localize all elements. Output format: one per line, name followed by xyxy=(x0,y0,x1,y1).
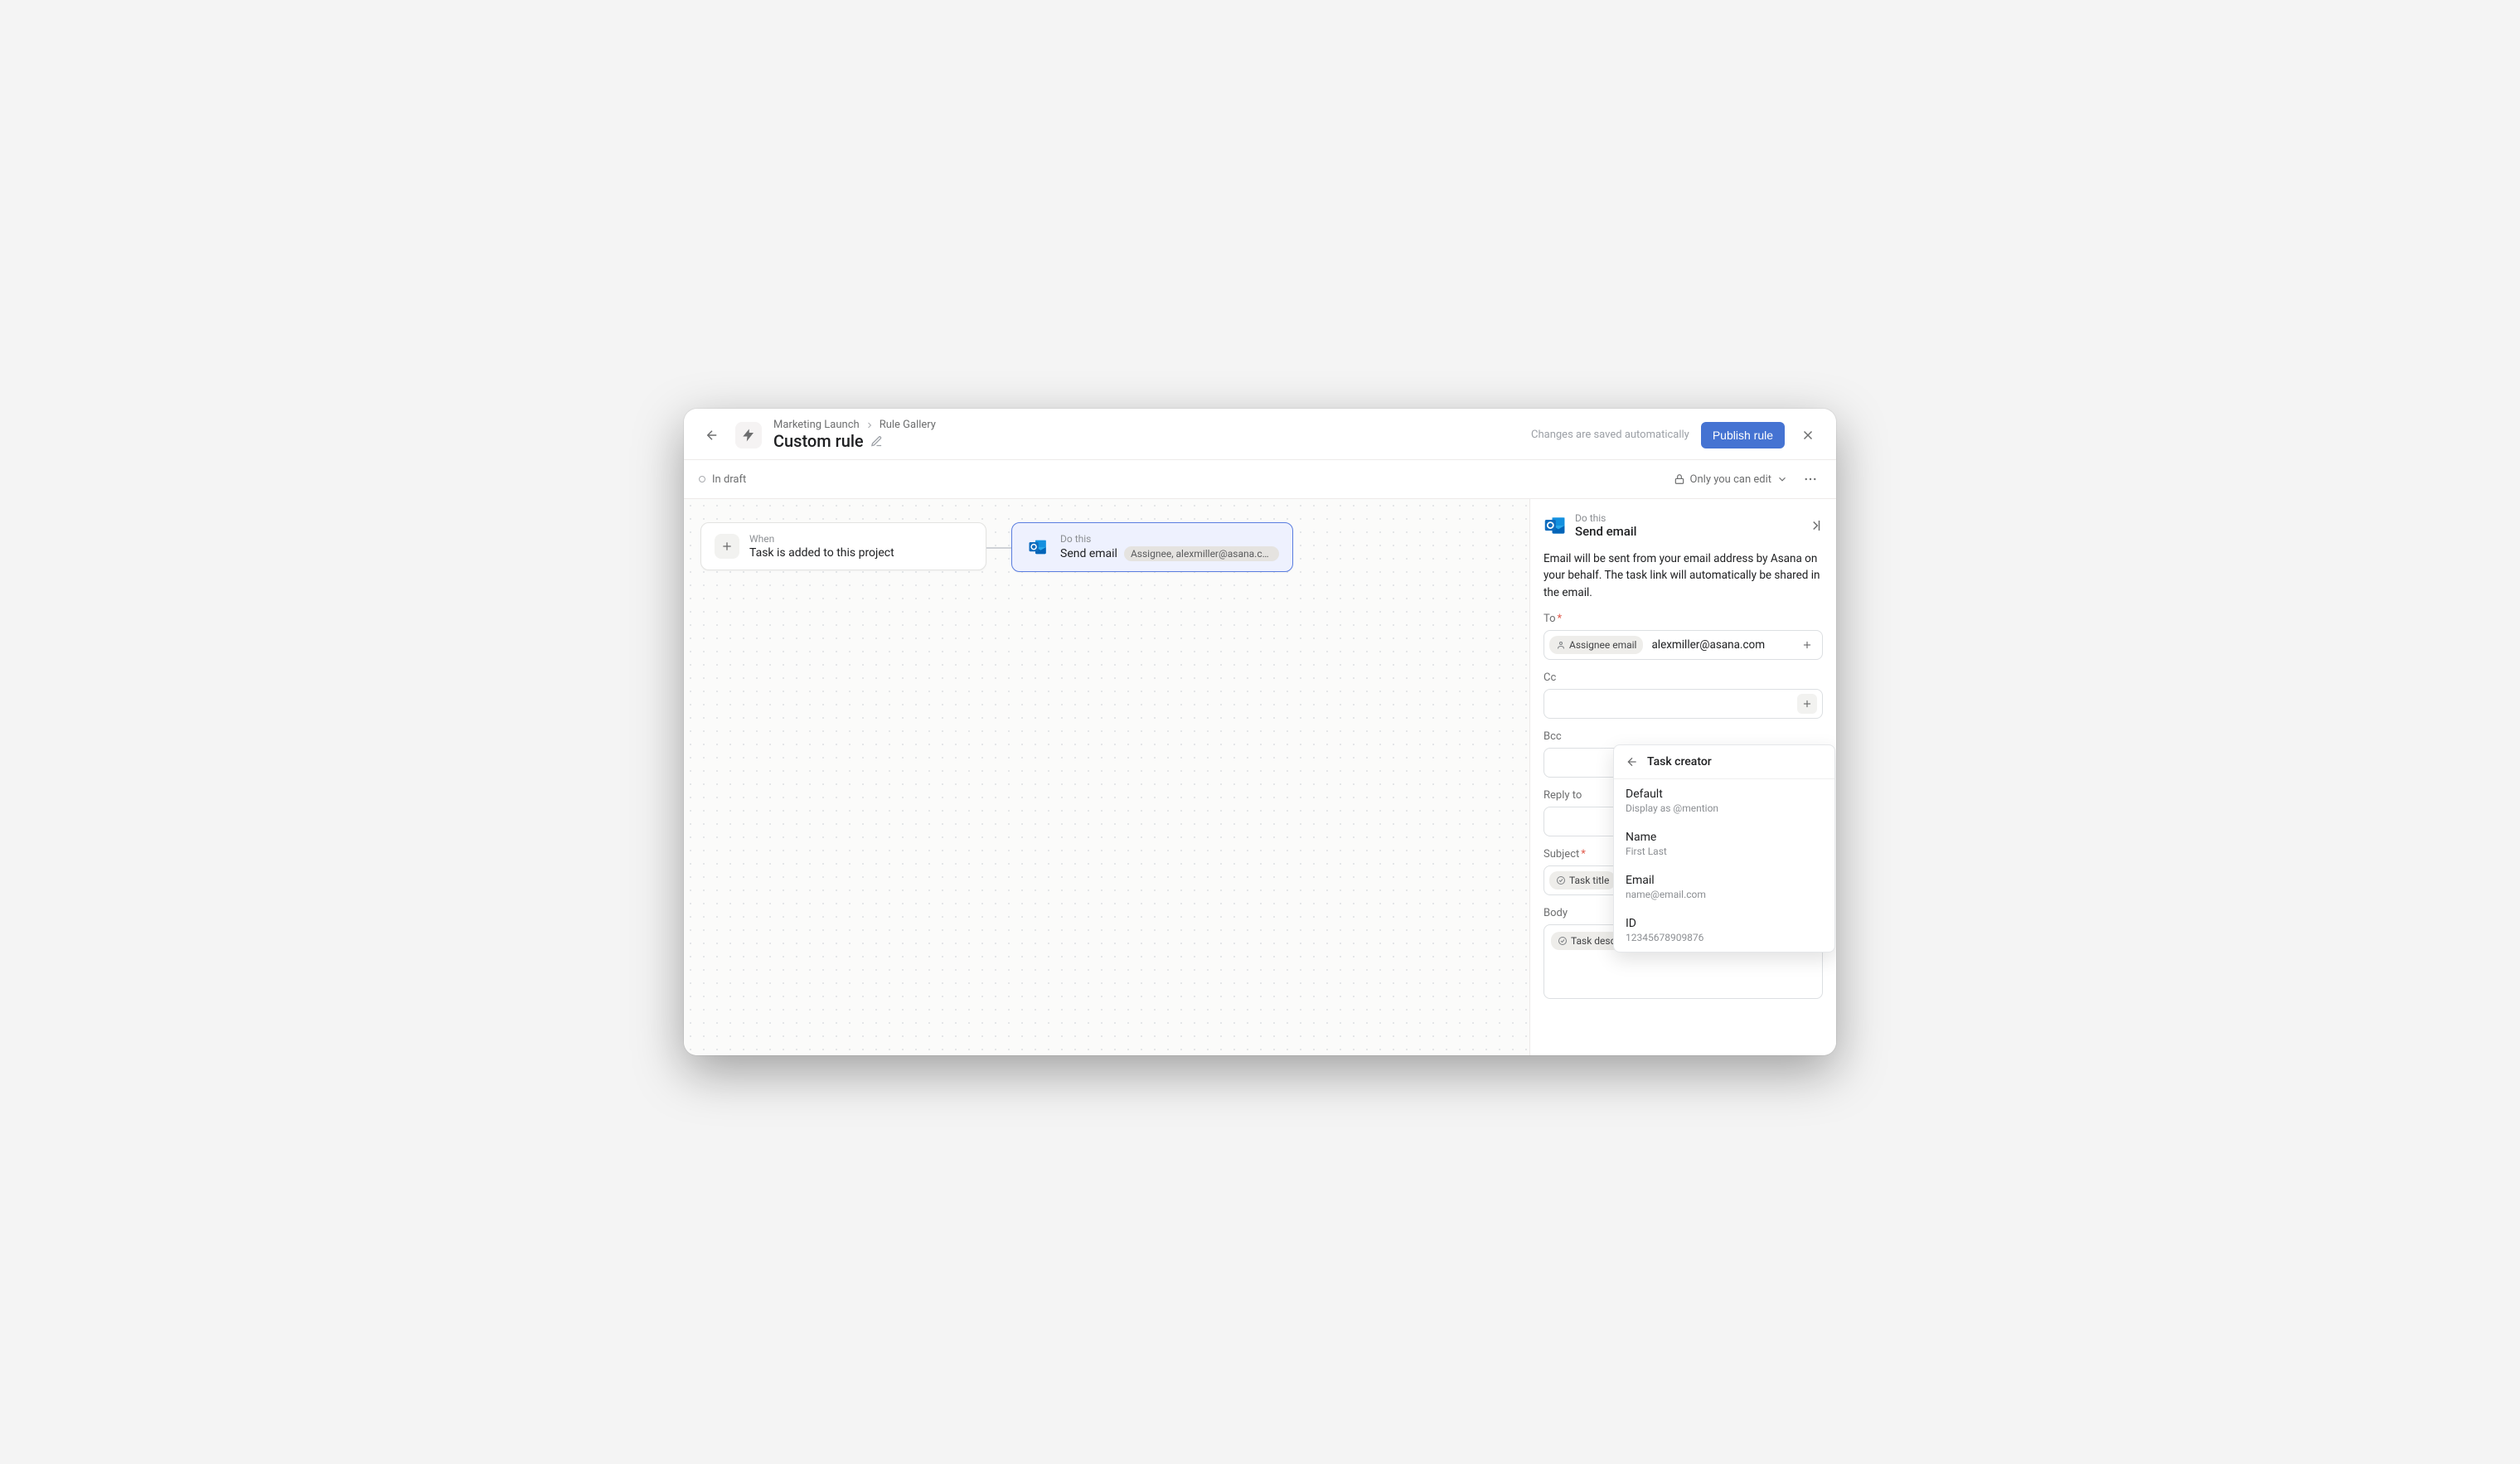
token-assignee-email[interactable]: Assignee email xyxy=(1549,636,1643,654)
action-label: Do this xyxy=(1060,533,1279,545)
status-text: In draft xyxy=(712,473,746,486)
node-connector xyxy=(986,547,1011,549)
dropdown-title: Task creator xyxy=(1647,755,1712,768)
dropdown-item-name[interactable]: Name First Last xyxy=(1614,822,1834,865)
panel-title: Send email xyxy=(1575,524,1636,539)
trigger-title: Task is added to this project xyxy=(749,546,894,560)
access-dropdown[interactable]: Only you can edit xyxy=(1674,473,1788,486)
status-indicator: In draft xyxy=(699,473,746,486)
variable-picker-dropdown: Task creator Default Display as @mention… xyxy=(1613,744,1835,953)
field-cc: Cc xyxy=(1544,671,1823,719)
add-trigger-icon xyxy=(715,534,739,559)
plus-icon xyxy=(720,540,734,553)
panel-header: Do this Send email xyxy=(1544,512,1823,539)
outlook-icon xyxy=(1028,537,1048,557)
field-cc-input[interactable] xyxy=(1544,689,1823,719)
rule-lightning-icon xyxy=(735,422,762,448)
access-label: Only you can edit xyxy=(1690,473,1771,486)
dropdown-item-email[interactable]: Email name@email.com xyxy=(1614,865,1834,909)
breadcrumb-item[interactable]: Rule Gallery xyxy=(880,419,936,431)
add-cc-recipient-button[interactable] xyxy=(1797,694,1817,714)
page-title[interactable]: Custom rule xyxy=(773,431,864,451)
dropdown-item-default[interactable]: Default Display as @mention xyxy=(1614,779,1834,822)
header-right: Changes are saved automatically Publish … xyxy=(1531,422,1820,448)
token-task-title[interactable]: Task title xyxy=(1549,871,1616,890)
collapse-panel-button[interactable] xyxy=(1808,518,1823,533)
action-node[interactable]: Do this Send email Assignee, alexmiller@… xyxy=(1011,522,1293,572)
lightning-icon xyxy=(741,428,756,443)
field-bcc-label: Bcc xyxy=(1544,730,1823,743)
action-config-panel: Do this Send email Email will be sent fr… xyxy=(1529,499,1836,1055)
autosave-hint: Changes are saved automatically xyxy=(1531,429,1689,441)
chevron-right-icon xyxy=(865,420,875,430)
rule-builder-window: Marketing Launch Rule Gallery Custom rul… xyxy=(684,409,1836,1055)
field-cc-label: Cc xyxy=(1544,671,1823,684)
to-email-value[interactable]: alexmiller@asana.com xyxy=(1648,637,1768,653)
plus-icon xyxy=(1801,698,1813,710)
dropdown-item-id[interactable]: ID 12345678909876 xyxy=(1614,909,1834,952)
dropdown-header: Task creator xyxy=(1614,745,1834,779)
arrow-left-icon xyxy=(705,428,720,443)
body: When Task is added to this project xyxy=(684,499,1836,1055)
panel-description: Email will be sent from your email addre… xyxy=(1544,550,1823,601)
publish-button[interactable]: Publish rule xyxy=(1701,422,1785,448)
header-titles: Marketing Launch Rule Gallery Custom rul… xyxy=(773,419,1519,451)
rule-canvas[interactable]: When Task is added to this project xyxy=(684,499,1529,1055)
field-to-label: To* xyxy=(1544,613,1823,625)
breadcrumbs: Marketing Launch Rule Gallery xyxy=(773,419,1519,431)
lock-icon xyxy=(1674,473,1685,485)
trigger-label: When xyxy=(749,533,972,545)
field-to-input[interactable]: Assignee email alexmiller@asana.com xyxy=(1544,630,1823,660)
header: Marketing Launch Rule Gallery Custom rul… xyxy=(684,409,1836,460)
pencil-icon xyxy=(870,435,883,448)
panel-label: Do this xyxy=(1575,512,1636,524)
check-circle-icon xyxy=(1558,936,1568,946)
dropdown-back-button[interactable] xyxy=(1626,755,1639,768)
chevron-down-icon xyxy=(1776,473,1788,485)
outlook-app-icon xyxy=(1025,535,1050,560)
outlook-icon xyxy=(1544,514,1567,537)
edit-title-button[interactable] xyxy=(870,435,883,448)
trigger-node[interactable]: When Task is added to this project xyxy=(700,522,986,570)
person-icon xyxy=(1556,640,1566,650)
status-dot-icon xyxy=(699,476,705,482)
arrow-left-icon xyxy=(1626,755,1639,768)
close-button[interactable] xyxy=(1796,424,1820,447)
action-title: Send email xyxy=(1060,547,1117,560)
field-to: To* Assignee email alexmiller@asana.com xyxy=(1544,613,1823,660)
back-button[interactable] xyxy=(700,424,724,447)
collapse-icon xyxy=(1808,518,1823,533)
action-recipients-chip: Assignee, alexmiller@asana.com xyxy=(1124,546,1279,561)
breadcrumb-item[interactable]: Marketing Launch xyxy=(773,419,860,431)
dots-icon xyxy=(1803,472,1818,487)
plus-icon xyxy=(1801,639,1813,651)
more-actions-button[interactable] xyxy=(1800,468,1821,490)
check-circle-icon xyxy=(1556,875,1566,885)
add-to-recipient-button[interactable] xyxy=(1797,635,1817,655)
subheader: In draft Only you can edit xyxy=(684,460,1836,499)
close-icon xyxy=(1800,428,1815,443)
